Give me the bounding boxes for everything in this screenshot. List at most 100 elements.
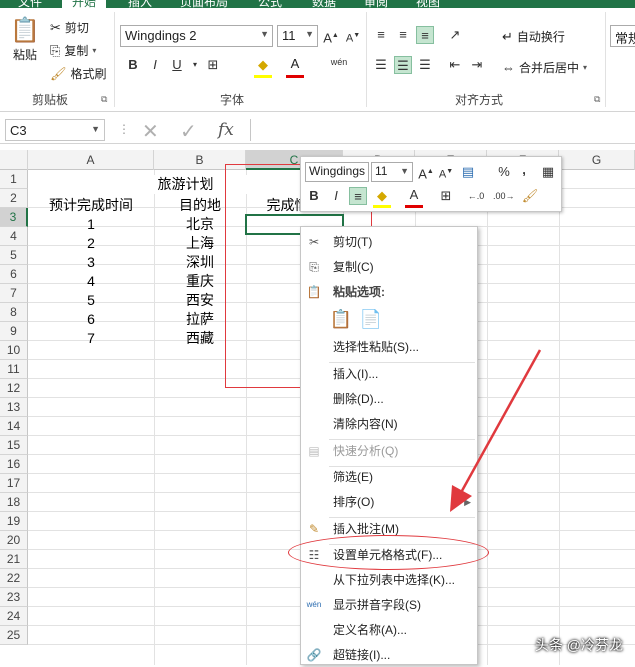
decrease-font-icon[interactable]: A▼ <box>437 163 455 181</box>
copy-button[interactable]: ⎘ 复制 ▾ <box>50 42 96 59</box>
paste-icon[interactable]: 📋 <box>329 307 353 331</box>
orientation-icon[interactable]: ↗ <box>446 26 464 44</box>
number-format-combo[interactable]: 常规 <box>610 25 635 47</box>
dialog-launcher-icon[interactable]: ⧉ <box>594 94 600 105</box>
decrease-font-icon[interactable]: A▼ <box>344 27 362 45</box>
italic-button[interactable]: I <box>146 56 164 74</box>
row-header[interactable]: 8 <box>0 303 28 322</box>
column-header-g[interactable]: G <box>559 150 635 170</box>
confirm-icon[interactable]: ✓ <box>180 119 197 144</box>
menu-item-copy[interactable]: ⎘ 复制(C) <box>301 255 477 279</box>
menu-item-pick-list[interactable]: 从下拉列表中选择(K)... <box>301 568 477 592</box>
column-header-a[interactable]: A <box>28 150 154 170</box>
data-cell-a[interactable]: 6 <box>28 310 154 329</box>
mini-center-align-icon[interactable]: ≡ <box>349 187 367 205</box>
align-top-icon[interactable]: ≡ <box>372 26 390 44</box>
name-box[interactable]: C3 ▼ <box>5 119 105 141</box>
mini-border-icon[interactable]: ⊞ <box>437 187 455 205</box>
row-header[interactable]: 11 <box>0 360 28 379</box>
row-header[interactable]: 3 <box>0 208 28 227</box>
increase-indent-icon[interactable]: ⇥ <box>468 56 486 74</box>
increase-decimal-icon[interactable]: ←.0 <box>467 187 485 205</box>
decrease-decimal-icon[interactable]: .00→ <box>493 187 515 205</box>
row-header[interactable]: 9 <box>0 322 28 341</box>
mini-font-combo[interactable]: Wingdings <box>305 162 369 182</box>
row-header[interactable]: 24 <box>0 607 28 626</box>
comma-button[interactable]: , <box>515 161 533 179</box>
tab-data[interactable]: 数据 <box>312 0 336 8</box>
menu-item-phonetic[interactable]: wén 显示拼音字段(S) <box>301 593 477 617</box>
align-middle-icon[interactable]: ≡ <box>394 26 412 44</box>
row-header[interactable]: 1 <box>0 170 28 189</box>
fill-color-icon[interactable]: ◆ <box>254 56 272 74</box>
row-header[interactable]: 17 <box>0 474 28 493</box>
format-table-icon[interactable]: ▦ <box>539 163 557 181</box>
format-painter-button[interactable]: 🖌 格式刷 <box>50 65 107 82</box>
menu-item-define-name[interactable]: 定义名称(A)... <box>301 618 477 642</box>
row-header[interactable]: 23 <box>0 588 28 607</box>
tab-review[interactable]: 审阅 <box>364 0 388 8</box>
menu-item-cut[interactable]: ✂ 剪切(T) <box>301 230 477 254</box>
align-right-icon[interactable]: ☰ <box>416 56 434 74</box>
tab-formulas[interactable]: 公式 <box>258 0 282 8</box>
mini-size-combo[interactable]: 11 ▼ <box>371 162 413 182</box>
tab-file[interactable]: 文件 <box>18 0 42 8</box>
row-header[interactable]: 5 <box>0 246 28 265</box>
mini-bold-button[interactable]: B <box>305 187 323 205</box>
data-cell-a[interactable]: 1 <box>28 215 154 234</box>
mini-format-painter-icon[interactable]: 🖌 <box>521 187 539 205</box>
align-center-icon[interactable]: ☰ <box>394 56 412 74</box>
row-header[interactable]: 10 <box>0 341 28 360</box>
data-cell-a[interactable]: 5 <box>28 291 154 310</box>
tab-insert[interactable]: 插入 <box>128 0 152 8</box>
row-header[interactable]: 20 <box>0 531 28 550</box>
tab-home[interactable]: 开始 <box>62 0 107 8</box>
font-name-combo[interactable]: Wingdings 2 ▼ <box>120 25 273 47</box>
row-header[interactable]: 4 <box>0 227 28 246</box>
align-bottom-icon[interactable]: ≡ <box>416 26 434 44</box>
cut-button[interactable]: ✂ 剪切 <box>50 19 89 36</box>
data-cell-a[interactable]: 4 <box>28 272 154 291</box>
tab-view[interactable]: 视图 <box>416 0 440 8</box>
header-cell-a2[interactable]: 预计完成时间 <box>28 196 154 215</box>
font-color-icon[interactable]: A <box>286 55 304 73</box>
merge-center-button[interactable]: ⇔ 合并后居中 ▾ <box>502 59 587 76</box>
paste-values-icon[interactable]: 📄 <box>359 307 383 331</box>
align-left-icon[interactable]: ☰ <box>372 56 390 74</box>
row-header[interactable]: 2 <box>0 189 28 208</box>
font-size-combo[interactable]: 11 ▼ <box>277 25 318 47</box>
row-header[interactable]: 16 <box>0 455 28 474</box>
cancel-icon[interactable]: ✕ <box>142 119 159 144</box>
row-header[interactable]: 22 <box>0 569 28 588</box>
underline-button[interactable]: U <box>168 56 186 74</box>
phonetic-guide-button[interactable]: wén <box>330 58 348 76</box>
border-icon[interactable]: ⊞ <box>204 56 222 74</box>
row-header[interactable]: 6 <box>0 265 28 284</box>
row-header[interactable]: 19 <box>0 512 28 531</box>
data-cell-a[interactable]: 3 <box>28 253 154 272</box>
insert-function-icon[interactable]: fx <box>218 120 234 140</box>
formula-input[interactable] <box>250 119 635 141</box>
mini-font-color-icon[interactable]: A <box>405 186 423 204</box>
mini-italic-button[interactable]: I <box>327 187 345 205</box>
row-header[interactable]: 21 <box>0 550 28 569</box>
row-header[interactable]: 25 <box>0 626 28 645</box>
bold-button[interactable]: B <box>124 56 142 74</box>
tab-page-layout[interactable]: 页面布局 <box>180 0 228 8</box>
row-header[interactable]: 18 <box>0 493 28 512</box>
row-header[interactable]: 7 <box>0 284 28 303</box>
wrap-text-button[interactable]: ↵ 自动换行 <box>502 28 565 45</box>
increase-font-icon[interactable]: A▲ <box>417 163 435 181</box>
row-header[interactable]: 15 <box>0 436 28 455</box>
decrease-indent-icon[interactable]: ⇤ <box>446 56 464 74</box>
dialog-launcher-icon[interactable]: ⧉ <box>101 94 107 105</box>
chevron-down-icon[interactable]: ▾ <box>186 56 204 74</box>
row-header[interactable]: 12 <box>0 379 28 398</box>
number-format-icon[interactable]: ▤ <box>459 163 477 181</box>
menu-item-hyperlink[interactable]: 🔗 超链接(I)... <box>301 643 477 667</box>
row-header[interactable]: 13 <box>0 398 28 417</box>
increase-font-icon[interactable]: A▲ <box>322 27 340 45</box>
row-header[interactable]: 14 <box>0 417 28 436</box>
data-cell-a[interactable]: 7 <box>28 329 154 348</box>
percent-button[interactable]: % <box>495 163 513 181</box>
